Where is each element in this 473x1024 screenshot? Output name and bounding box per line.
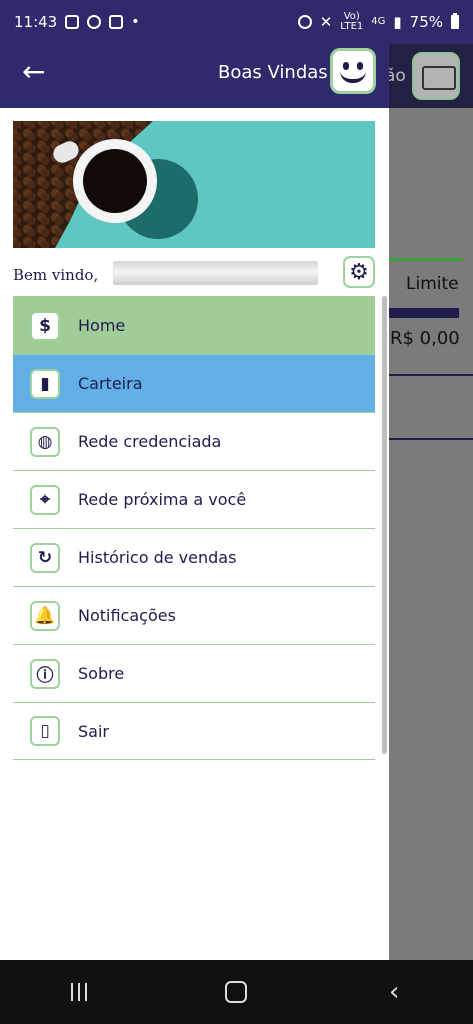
tab-indicator [389, 258, 462, 261]
wallet-icon: ▮ [30, 368, 60, 399]
gallery-notification-icon [65, 15, 80, 29]
menu-item-label: Rede próxima a você [78, 490, 247, 509]
menu-item-label: Rede credenciada [78, 432, 222, 451]
coffee [83, 149, 147, 213]
user-name-redacted [113, 261, 318, 285]
limite-bar [389, 308, 459, 318]
battery-percent: 75% [409, 13, 443, 31]
menu-item-label: Carteira [78, 374, 143, 393]
menu-item-notificacoes[interactable]: 🔔 Notificações [13, 586, 375, 644]
menu-item-sobre[interactable]: ⓘ Sobre [13, 644, 375, 702]
menu-item-sair[interactable]: ▯ Sair [13, 702, 375, 760]
menu-item-label: Histórico de vendas [78, 548, 237, 567]
card-icon [412, 52, 460, 100]
home-button[interactable] [206, 972, 266, 1012]
clock: 11:43 [14, 13, 58, 31]
limite-value: R$ 0,00 [390, 328, 460, 349]
logo-mouth [340, 71, 366, 83]
drawer-header: ← Boas Vindas [0, 44, 389, 108]
instagram-notification-icon [109, 15, 124, 29]
battery-icon [451, 13, 459, 29]
system-navigation-bar: ‹ [0, 960, 473, 1024]
menu-item-label: Notificações [78, 606, 176, 625]
menu-item-rede-credenciada[interactable]: ◍ Rede credenciada [13, 412, 375, 470]
info-icon: ⓘ [30, 658, 60, 689]
logo-eye [357, 62, 363, 70]
coffee-banner-image [13, 121, 375, 248]
signal-icon: ▮ [393, 13, 402, 31]
menu-item-label: Home [78, 316, 126, 335]
lte-text: LTE1 [340, 21, 364, 32]
divider [389, 374, 473, 376]
limite-label: Limite [406, 274, 459, 294]
welcome-text: Bem vindo, [13, 266, 99, 284]
menu-item-historico-de-vendas[interactable]: ↻ Histórico de vendas [13, 528, 375, 586]
menu-item-label: Sair [78, 721, 109, 741]
menu-item-carteira[interactable]: ▮ Carteira [13, 354, 375, 412]
mute-icon: ✕ [319, 13, 333, 31]
exit-door-icon: ▯ [30, 716, 60, 746]
volte-indicator: Vo) LTE1 [340, 12, 363, 32]
menu-item-rede-proxima-a-voce[interactable]: ⌖ Rede próxima a você [13, 470, 375, 528]
smiley-logo-icon [330, 48, 376, 94]
scrollbar[interactable] [382, 296, 387, 754]
recent-apps-button[interactable] [49, 972, 109, 1012]
home-icon [225, 981, 248, 1003]
alarm-icon [297, 15, 312, 29]
status-bar: 11:43 • ✕ Vo) LTE1 4G ▮ 75% [0, 0, 473, 44]
menu-item-label: Sobre [78, 664, 125, 683]
history-24-icon: ↻ [30, 542, 60, 573]
back-button[interactable]: ‹ [364, 972, 424, 1012]
header-title: Boas Vindas [218, 62, 328, 83]
bell-icon: 🔔 [30, 600, 60, 631]
menu-item-home[interactable]: $ Home [13, 296, 375, 354]
globe-icon: ◍ [30, 426, 60, 457]
status-right: ✕ Vo) LTE1 4G ▮ 75% [297, 12, 459, 32]
recent-apps-icon [70, 983, 87, 1001]
settings-gear-icon[interactable]: ⚙ [343, 256, 375, 288]
navigation-drawer: ← Boas Vindas Bem vindo, ⚙ $ Home ▮ Carteir… [0, 44, 389, 960]
network-type: 4G [371, 16, 386, 27]
back-chevron-icon: ‹ [388, 977, 400, 1007]
dollar-icon: $ [30, 310, 60, 341]
divider [389, 438, 473, 440]
back-arrow-icon[interactable]: ← [22, 58, 52, 88]
map-pin-icon: ⌖ [30, 484, 60, 515]
status-left: 11:43 • [14, 13, 140, 31]
drawer-menu: $ Home ▮ Carteira ◍ Rede credenciada ⌖ Rede pró… [13, 296, 375, 760]
logo-eye [343, 62, 349, 70]
whatsapp-notification-icon [87, 15, 102, 29]
more-notifications-icon: • [131, 14, 140, 30]
